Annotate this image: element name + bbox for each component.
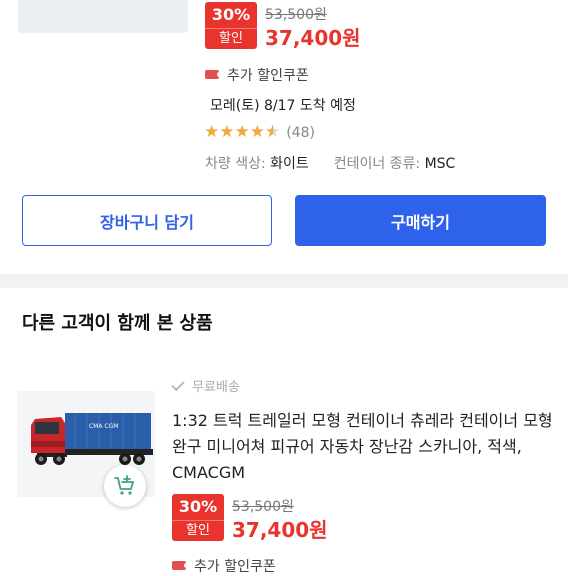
free-shipping-tag: 무료배송 (171, 376, 240, 395)
original-price-rec: 53,500원 (232, 499, 294, 515)
discount-badge-rec: 30% 할인 (172, 494, 224, 541)
add-to-cart-button[interactable]: 장바구니 담기 (22, 195, 272, 246)
coupon-text-rec: 추가 할인쿠폰 (194, 559, 276, 575)
discount-label: 할인 (205, 28, 257, 49)
coupon-text: 추가 할인쿠폰 (227, 68, 309, 84)
cart-plus-icon (114, 475, 134, 495)
check-icon (171, 377, 185, 392)
option-container-label: 컨테이너 종류: (333, 156, 421, 172)
sale-price-rec: 37,400원 (232, 518, 328, 542)
original-price: 53,500원 (265, 7, 327, 23)
coupon-icon (205, 70, 222, 79)
option-summary: 차량 색상: 화이트 컨테이너 종류: MSC (205, 153, 455, 173)
half-star-icon: ★ (265, 122, 280, 142)
product-image-top[interactable] (18, 0, 188, 33)
buy-now-button[interactable]: 구매하기 (295, 195, 546, 246)
container-logo-text: CMA CGM (89, 423, 118, 430)
free-shipping-text: 무료배송 (192, 380, 240, 395)
discount-percent-rec: 30% (178, 497, 218, 516)
star-rating: ★★★★★ (204, 122, 280, 142)
review-count: (48) (286, 125, 315, 141)
product-title[interactable]: 1:32 트럭 트레일러 모형 컨테이너 츄레라 컨테이너 모형 완구 미니어쳐… (172, 408, 554, 486)
discount-label-rec: 할인 (172, 520, 224, 541)
option-container-value: MSC (424, 156, 456, 172)
coupon-row-rec[interactable]: 추가 할인쿠폰 (172, 556, 276, 576)
coupon-icon (172, 561, 189, 570)
section-title: 다른 고객이 함께 본 상품 (22, 313, 213, 334)
option-color-label: 차량 색상: (205, 156, 266, 172)
coupon-row[interactable]: 추가 할인쿠폰 (205, 65, 309, 85)
rating-row[interactable]: ★★★★★ (48) (204, 122, 315, 142)
option-color-value: 화이트 (270, 156, 309, 172)
sale-price: 37,400원 (265, 26, 361, 50)
delivery-estimate: 모레(토) 8/17 도착 예정 (210, 98, 356, 114)
discount-badge: 30% 할인 (205, 2, 257, 49)
discount-percent: 30% (211, 5, 251, 24)
add-to-cart-icon-button[interactable] (104, 465, 146, 507)
section-divider (0, 274, 568, 288)
